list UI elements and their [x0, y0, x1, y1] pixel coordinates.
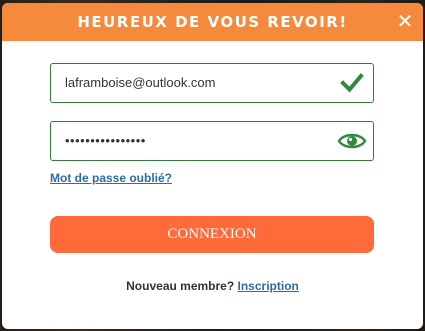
checkmark-icon — [340, 73, 364, 93]
password-value: •••••••••••••••• — [65, 133, 146, 148]
close-icon[interactable]: ✕ — [395, 10, 415, 32]
forgot-password-link[interactable]: Mot de passe oublié? — [50, 171, 172, 185]
login-modal: HEUREUX DE VOUS REVOIR! ✕ laframboise@ou… — [2, 3, 423, 329]
signup-row: Nouveau membre? Inscription — [2, 279, 423, 293]
modal-title: HEUREUX DE VOUS REVOIR! — [77, 13, 348, 31]
email-value: laframboise@outlook.com — [65, 75, 216, 90]
eye-icon[interactable] — [337, 130, 367, 152]
login-button[interactable]: CONNEXION — [50, 216, 374, 253]
password-field[interactable]: •••••••••••••••• — [50, 121, 374, 161]
signup-prompt: Nouveau membre? — [126, 279, 235, 293]
signup-link[interactable]: Inscription — [238, 279, 299, 293]
email-field[interactable]: laframboise@outlook.com — [50, 63, 374, 103]
